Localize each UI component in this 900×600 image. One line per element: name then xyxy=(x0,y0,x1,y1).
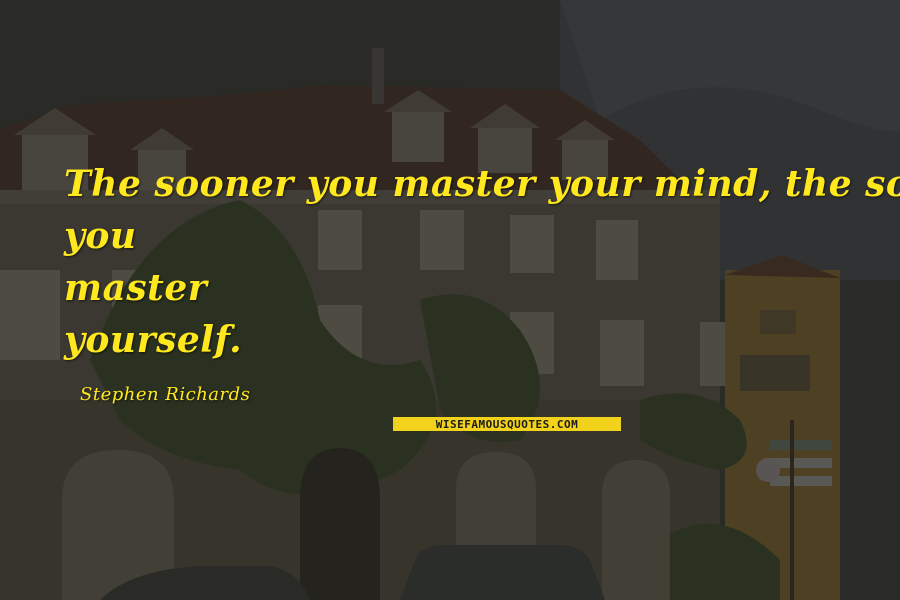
quote-image: The sooner you master your mind, the soo… xyxy=(0,0,900,600)
quote-line-4: yourself. xyxy=(64,319,243,361)
watermark-badge: WISEFAMOUSQUOTES.COM xyxy=(393,417,621,431)
quote-author: Stephen Richards xyxy=(80,384,251,405)
quote-text: The sooner you master your mind, the soo… xyxy=(64,158,900,366)
quote-line-3: master xyxy=(64,267,208,309)
quote-line-2: you xyxy=(64,215,137,257)
quote-line-1: The sooner you master your mind, the soo… xyxy=(64,163,900,205)
